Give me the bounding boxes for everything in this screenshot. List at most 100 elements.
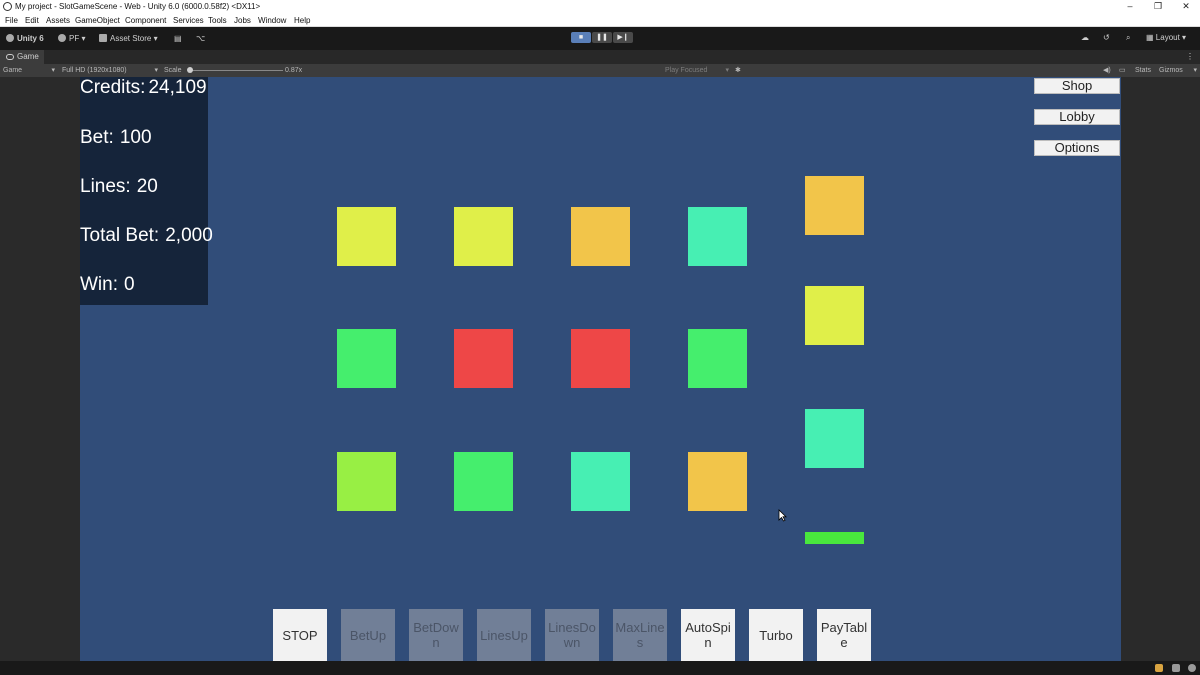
package-icon[interactable]: ▤ <box>174 33 182 44</box>
unity-account-icon <box>6 34 14 42</box>
lines-row: Lines: 20 <box>80 176 158 198</box>
viewport-margin-right <box>1121 77 1200 661</box>
credits-value: 24,109 <box>148 77 207 98</box>
win-label: Win: <box>80 274 118 295</box>
menu-edit[interactable]: Edit <box>25 14 39 27</box>
bet-label: Bet: <box>80 127 114 148</box>
win-row: Win: 0 <box>80 274 135 296</box>
lines-down-button[interactable]: LinesDown <box>545 609 599 661</box>
unity-logo-icon <box>3 2 12 11</box>
options-button[interactable]: Options <box>1034 140 1120 156</box>
menu-bar: File Edit Assets GameObject Component Se… <box>0 14 1200 27</box>
step-icon: ▶❙ <box>617 34 629 41</box>
window-title-bar: My project - SlotGameScene - Web - Unity… <box>0 0 1200 14</box>
menu-component[interactable]: Component <box>125 14 166 27</box>
reel-2-symbol-1 <box>454 207 513 266</box>
play-mode-label: Play Focused <box>665 67 708 74</box>
pause-button[interactable]: ❚❚ <box>592 32 612 43</box>
reel-4-symbol-1 <box>688 207 747 266</box>
menu-file[interactable]: File <box>5 14 18 27</box>
viewport-margin-left <box>0 77 80 661</box>
menu-gameobject[interactable]: GameObject <box>75 14 120 27</box>
scale-slider-handle[interactable] <box>187 67 193 73</box>
bet-up-button[interactable]: BetUp <box>341 609 395 661</box>
lobby-button[interactable]: Lobby <box>1034 109 1120 125</box>
scale-slider[interactable] <box>188 70 283 71</box>
max-lines-button[interactable]: MaxLines <box>613 609 667 661</box>
account-button[interactable]: Unity 6 <box>6 33 44 44</box>
reel-5-symbol-4 <box>805 532 864 544</box>
menu-window[interactable]: Window <box>258 14 286 27</box>
step-button[interactable]: ▶❙ <box>613 32 633 43</box>
asset-store-dropdown[interactable]: Asset Store ▾ <box>99 33 158 44</box>
tab-game-label: Game <box>17 52 39 61</box>
total-bet-row: Total Bet: 2,000 <box>80 225 213 247</box>
play-focused-dropdown[interactable]: Play Focused <box>665 64 729 77</box>
aspect-icon[interactable]: ▭ <box>1119 64 1126 77</box>
menu-help[interactable]: Help <box>294 14 310 27</box>
reel-1-symbol-2 <box>337 329 396 388</box>
asset-store-label: Asset Store <box>110 34 152 43</box>
display-label: Game <box>3 67 23 74</box>
resolution-dropdown[interactable]: Full HD (1920x1080) <box>62 64 158 77</box>
audio-icon[interactable]: ◀) <box>1103 64 1111 77</box>
pause-icon: ❚❚ <box>596 34 608 41</box>
search-icon[interactable]: ⌕ <box>1126 33 1130 43</box>
minimize-button[interactable]: – <box>1116 0 1144 14</box>
status-check-icon[interactable] <box>1188 664 1196 672</box>
stop-button[interactable]: STOP <box>273 609 327 661</box>
game-view-controls: Game Full HD (1920x1080) Scale 0.87x Pla… <box>0 64 1200 77</box>
pf-label: PF <box>69 34 80 43</box>
pay-table-button[interactable]: PayTable <box>817 609 871 661</box>
layout-dropdown[interactable]: ▦ Layout ▾ <box>1146 33 1186 43</box>
mouse-cursor-icon <box>778 509 787 522</box>
cloud-icon[interactable]: ☁ <box>1081 33 1089 43</box>
display-dropdown[interactable]: Game <box>3 64 55 77</box>
win-value: 0 <box>124 274 135 295</box>
info-panel: Credits: 24,109 Bet: 100 Lines: 20 Total Be… <box>80 77 213 305</box>
auto-spin-button[interactable]: AutoSpin <box>681 609 735 661</box>
reel-1-symbol-1 <box>337 207 396 266</box>
editor-tab-row: Game ⋮ <box>0 50 1200 64</box>
gizmos-dropdown[interactable]: Gizmos <box>1159 64 1197 77</box>
account-label: Unity 6 <box>17 34 44 43</box>
reel-5-symbol-3 <box>805 409 864 468</box>
window-controls: – ❐ ✕ <box>1116 0 1200 14</box>
total-bet-label: Total Bet: <box>80 225 160 246</box>
credits-row: Credits: 24,109 <box>80 77 207 99</box>
reel-2-symbol-3 <box>454 452 513 511</box>
pf-dropdown[interactable]: PF ▾ <box>58 33 85 44</box>
bug-icon[interactable]: ✱ <box>735 64 741 77</box>
restore-button[interactable]: ❐ <box>1144 0 1172 14</box>
turbo-button[interactable]: Turbo <box>749 609 803 661</box>
scale-label: Scale <box>164 67 182 74</box>
tab-game[interactable]: Game <box>0 50 44 64</box>
menu-tools[interactable]: Tools <box>208 14 227 27</box>
build-status-icon[interactable] <box>1155 664 1163 672</box>
menu-jobs[interactable]: Jobs <box>234 14 251 27</box>
play-button[interactable]: ■ <box>571 32 591 43</box>
lines-up-button[interactable]: LinesUp <box>477 609 531 661</box>
reel-3-symbol-3 <box>571 452 630 511</box>
shop-button[interactable]: Shop <box>1034 78 1120 94</box>
history-icon[interactable]: ↺ <box>1103 33 1110 43</box>
gizmos-label: Gizmos <box>1159 67 1183 74</box>
reel-1-symbol-3 <box>337 452 396 511</box>
credits-label: Credits: <box>80 77 146 98</box>
window-title: My project - SlotGameScene - Web - Unity… <box>15 2 261 11</box>
stats-button[interactable]: Stats <box>1135 64 1151 77</box>
collab-icon[interactable]: ⌥ <box>196 33 205 44</box>
close-button[interactable]: ✕ <box>1172 0 1200 14</box>
game-viewport[interactable]: Credits: 24,109 Bet: 100 Lines: 20 Total Be… <box>80 77 1121 661</box>
more-options-icon[interactable]: ⋮ <box>1186 50 1194 64</box>
play-controls: ■ ❚❚ ▶❙ <box>571 32 633 43</box>
menu-assets[interactable]: Assets <box>46 14 70 27</box>
scale-value: 0.87x <box>285 67 303 74</box>
gamepad-icon <box>6 54 14 60</box>
bet-down-button[interactable]: BetDown <box>409 609 463 661</box>
menu-services[interactable]: Services <box>173 14 204 27</box>
reel-4-symbol-3 <box>688 452 747 511</box>
resolution-label: Full HD (1920x1080) <box>62 67 127 74</box>
notifications-icon[interactable] <box>1172 664 1180 672</box>
reel-4-symbol-2 <box>688 329 747 388</box>
